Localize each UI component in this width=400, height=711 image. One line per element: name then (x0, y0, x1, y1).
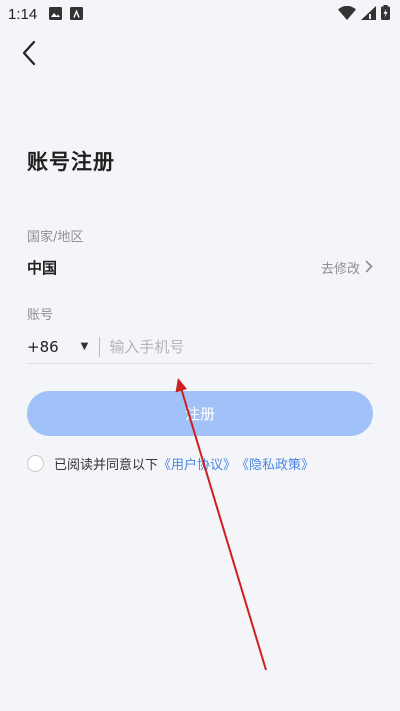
field-divider (99, 336, 101, 357)
battery-icon (381, 4, 390, 24)
page-title: 账号注册 (27, 150, 115, 174)
privacy-policy-link[interactable]: 《隐私政策》 (236, 454, 314, 473)
region-selector[interactable]: 中国 去修改 (27, 250, 373, 284)
signal-icon (361, 5, 376, 24)
back-arrow-icon (21, 40, 37, 70)
region-change-label: 去修改 (320, 261, 360, 277)
app-notification-icon (70, 5, 84, 24)
register-button[interactable]: 注册 (27, 391, 373, 436)
gallery-icon (49, 5, 63, 24)
agreement-row: 已阅读并同意以下 《用户协议》 《隐私政策》 (27, 452, 314, 474)
caret-down-icon: ▼ (80, 341, 89, 352)
phone-input[interactable] (109, 331, 373, 362)
user-agreement-link[interactable]: 《用户协议》 (158, 454, 236, 473)
agreement-checkbox[interactable] (27, 454, 44, 472)
phone-field-row: +86 ▼ (27, 330, 373, 364)
region-change-link[interactable]: 去修改 (321, 258, 373, 277)
country-code-value: +86 (27, 337, 59, 356)
account-label: 账号 (27, 308, 54, 323)
status-bar: 1:14 (0, 0, 400, 28)
back-button[interactable] (14, 40, 44, 70)
wifi-icon (338, 5, 356, 24)
country-code-selector[interactable]: +86 ▼ (27, 338, 88, 356)
status-time: 1:14 (8, 5, 38, 23)
region-label: 国家/地区 (27, 230, 84, 245)
chevron-right-icon (365, 258, 373, 277)
agreement-prefix: 已阅读并同意以下 (54, 457, 159, 473)
region-value: 中国 (27, 258, 58, 277)
